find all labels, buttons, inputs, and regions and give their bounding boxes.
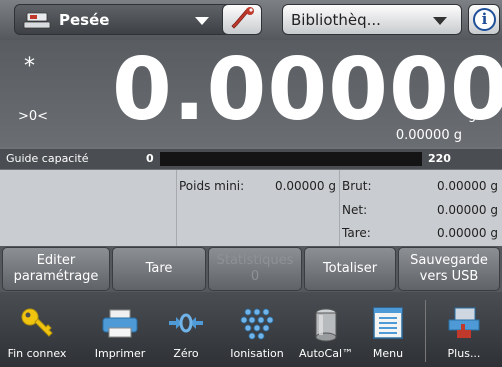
nav-zero[interactable]: Zéro	[158, 292, 214, 367]
edit-button-line2: paramétrage	[13, 269, 99, 284]
info-panel: Poids mini: 0.00000 g Brut: 0.00000 g Ne…	[0, 170, 502, 246]
capacity-bar	[160, 152, 422, 166]
weight-display: * >0< 0.00000 g 0.00000 g	[0, 40, 502, 147]
tare-button-label: Tare	[145, 261, 173, 276]
tare-label: Tare:	[342, 226, 371, 240]
capacity-min: 0	[146, 152, 154, 165]
save-usb-button[interactable]: Sauvegarde vers USB	[398, 247, 500, 291]
statistics-button-line1: Statistiques	[216, 253, 294, 268]
library-dropdown[interactable]: Bibliothèq...	[282, 4, 462, 35]
totalize-button-label: Totaliser	[322, 261, 378, 276]
nav-ionisation[interactable]: Ionisation	[220, 292, 294, 367]
nav-label: Zéro	[173, 347, 199, 360]
capacity-guide: Guide capacité 0 220	[0, 149, 502, 169]
stable-indicator: *	[24, 54, 35, 79]
capacity-label: Guide capacité	[6, 152, 89, 165]
application-dropdown[interactable]: Pesée	[14, 4, 262, 35]
settings-button[interactable]	[222, 4, 262, 35]
statistics-button-line2: 0	[250, 269, 260, 284]
save-usb-line2: vers USB	[419, 269, 479, 284]
chevron-down-icon	[433, 17, 447, 25]
net-label: Net:	[342, 203, 368, 217]
net-value: 0.00000 g	[436, 203, 498, 217]
scale-icon	[23, 11, 51, 33]
zero-indicator: >0<	[18, 109, 49, 124]
nav-separator	[425, 300, 426, 362]
nav-label: Plus...	[447, 347, 481, 360]
secondary-weight: 0.00000 g	[395, 128, 462, 143]
key-icon	[19, 306, 55, 344]
info-column-empty	[0, 170, 177, 246]
nav-print[interactable]: Imprimer	[86, 292, 154, 367]
function-bar: Editer paramétrage Tare Statistiques 0 T…	[0, 246, 502, 292]
edit-button-line1: Editer	[36, 253, 76, 268]
min-weight-label: Poids mini:	[179, 179, 245, 193]
nav-label: AutoCal™	[298, 347, 354, 360]
printer-icon	[101, 306, 139, 344]
bottom-nav: Fin connex Imprimer Zéro Ionisation Auto…	[0, 292, 502, 367]
nav-autocal[interactable]: AutoCal™	[294, 292, 358, 367]
totalize-button[interactable]: Totaliser	[304, 247, 396, 291]
nav-menu[interactable]: Menu	[360, 292, 416, 367]
more-icon	[447, 306, 481, 344]
nav-logout[interactable]: Fin connex	[0, 292, 74, 367]
main-weight: 0.00000	[112, 40, 502, 140]
nav-label: Menu	[372, 347, 404, 360]
min-weight-value: 0.00000 g	[274, 179, 336, 193]
edit-settings-button[interactable]: Editer paramétrage	[2, 247, 110, 291]
info-column-min-weight: Poids mini: 0.00000 g	[177, 170, 340, 246]
save-usb-line1: Sauvegarde	[410, 253, 488, 268]
tare-value: 0.00000 g	[436, 226, 498, 240]
nav-more[interactable]: Plus...	[430, 292, 498, 367]
brut-value: 0.00000 g	[436, 179, 498, 193]
info-button[interactable]: i	[468, 4, 500, 35]
info-column-weights: Brut: 0.00000 g Net: 0.00000 g Tare: 0.0…	[340, 170, 502, 246]
chevron-down-icon	[195, 17, 209, 25]
weight-unit: g	[468, 108, 477, 123]
statistics-button[interactable]: Statistiques 0	[208, 247, 302, 291]
autocal-icon	[311, 306, 341, 346]
menu-icon	[372, 306, 404, 344]
library-label: Bibliothèq...	[291, 10, 381, 29]
ionisation-icon	[238, 306, 276, 344]
nav-label: Imprimer	[94, 347, 146, 360]
top-bar: Pesée Bibliothèq... i	[0, 0, 502, 40]
brut-label: Brut:	[342, 179, 372, 193]
tare-button[interactable]: Tare	[112, 247, 206, 291]
nav-label: Ionisation	[230, 347, 284, 360]
nav-label: Fin connex	[7, 347, 67, 360]
zero-icon	[167, 306, 205, 344]
wrench-icon	[231, 7, 254, 29]
capacity-max: 220	[428, 152, 451, 165]
info-icon: i	[473, 8, 496, 31]
application-label: Pesée	[59, 11, 110, 29]
